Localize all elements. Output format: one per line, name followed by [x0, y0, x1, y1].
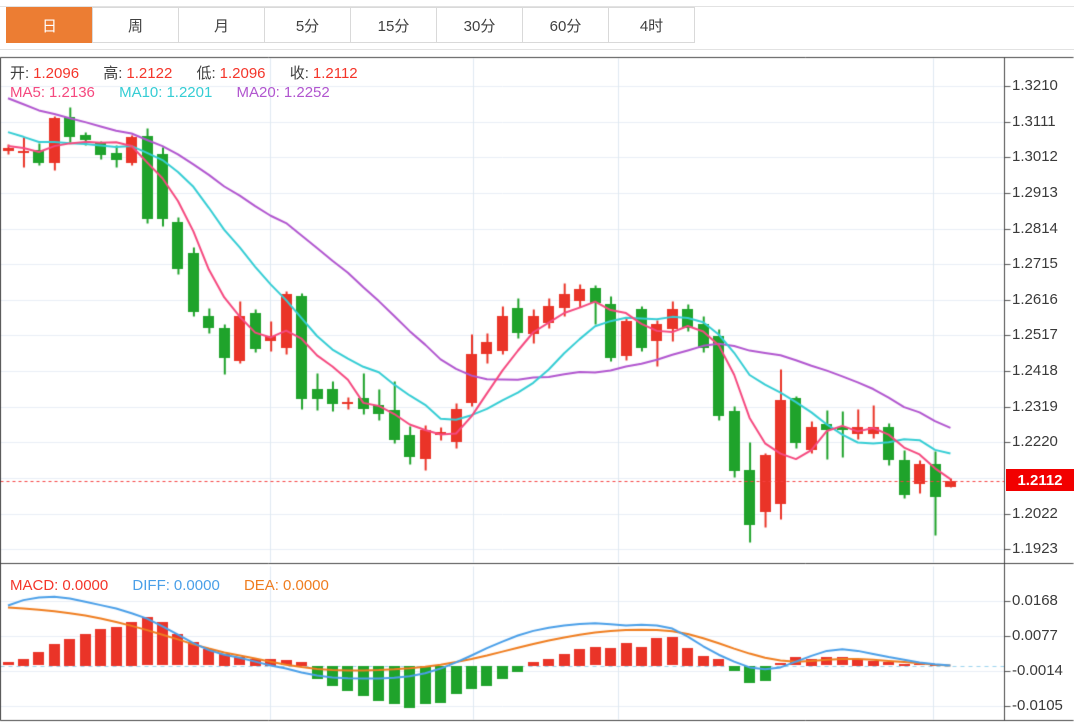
ma5-label: MA5:: [10, 84, 46, 101]
low-value: 1.2096: [219, 65, 266, 82]
current-price-tag: 1.2112: [1006, 469, 1074, 491]
ma5-value: 1.2136: [49, 84, 95, 101]
price-axis-label: 1.3210: [1012, 77, 1058, 94]
price-axis-label: 1.2220: [1012, 433, 1058, 451]
price-axis-label: 1.2418: [1012, 362, 1058, 380]
tab-60min[interactable]: 60分: [522, 7, 609, 43]
price-axis-label: 1.2913: [1012, 183, 1058, 201]
close-label: 收:: [289, 65, 309, 82]
dea-label: DEA:: [243, 577, 279, 594]
dea-value: 0.0000: [282, 577, 329, 594]
tab-5min[interactable]: 5分: [264, 7, 351, 43]
ma-row: MA5: 1.2136 MA10: 1.2201 MA20: 1.2252: [10, 84, 334, 101]
price-axis-label: 1.2319: [1012, 397, 1058, 415]
ma20-value: 1.2252: [283, 84, 330, 101]
price-axis-label: 1.2616: [1012, 290, 1058, 308]
close-value: 1.2112: [312, 65, 358, 82]
price-axis-label: 1.2814: [1012, 219, 1058, 237]
tab-15min[interactable]: 15分: [350, 7, 437, 43]
price-axis-label: 1.3012: [1012, 148, 1058, 166]
macd-axis-label: -0.0014: [1012, 661, 1063, 679]
price-axis-label: 1.2517: [1012, 326, 1058, 344]
tab-4hour[interactable]: 4时: [608, 7, 695, 43]
price-axis-label: 1.2715: [1012, 255, 1058, 273]
open-value: 1.2096: [33, 65, 80, 82]
tabbar-bottom-divider: [0, 49, 1074, 50]
ma20-label: MA20:: [236, 84, 280, 101]
diff-label: DIFF:: [132, 577, 170, 594]
macd-header-row: MACD: 0.0000 DIFF: 0.0000 DEA: 0.0000: [10, 577, 333, 594]
tab-week[interactable]: 周: [92, 7, 179, 43]
macd-label: MACD:: [10, 577, 59, 594]
tab-day[interactable]: 日: [6, 7, 93, 43]
open-label: 开:: [10, 65, 30, 82]
ohlc-row: 开: 1.2096 高: 1.2122 低: 1.2096 收: 1.2112: [10, 62, 362, 83]
tab-30min[interactable]: 30分: [436, 7, 523, 43]
macd-value: 0.0000: [62, 577, 109, 594]
ma10-label: MA10:: [119, 84, 163, 101]
tab-month[interactable]: 月: [178, 7, 265, 43]
macd-axis-label: -0.0105: [1012, 696, 1063, 714]
price-axis-label: 1.2022: [1012, 504, 1058, 522]
macd-axis-label: 0.0168: [1012, 591, 1058, 609]
ma10-value: 1.2201: [166, 84, 213, 101]
macd-axis-label: 0.0077: [1012, 626, 1058, 644]
high-label: 高:: [103, 65, 123, 82]
high-value: 1.2122: [126, 65, 173, 82]
timeframe-tabbar: 日周月 5分 15分 30分 60分 4时: [6, 7, 695, 43]
low-label: 低:: [196, 65, 216, 82]
price-axis-label: 1.1923: [1012, 540, 1058, 558]
diff-value: 0.0000: [173, 577, 220, 594]
price-axis-label: 1.3111: [1012, 112, 1056, 130]
kline-chart-canvas: [0, 0, 1074, 726]
